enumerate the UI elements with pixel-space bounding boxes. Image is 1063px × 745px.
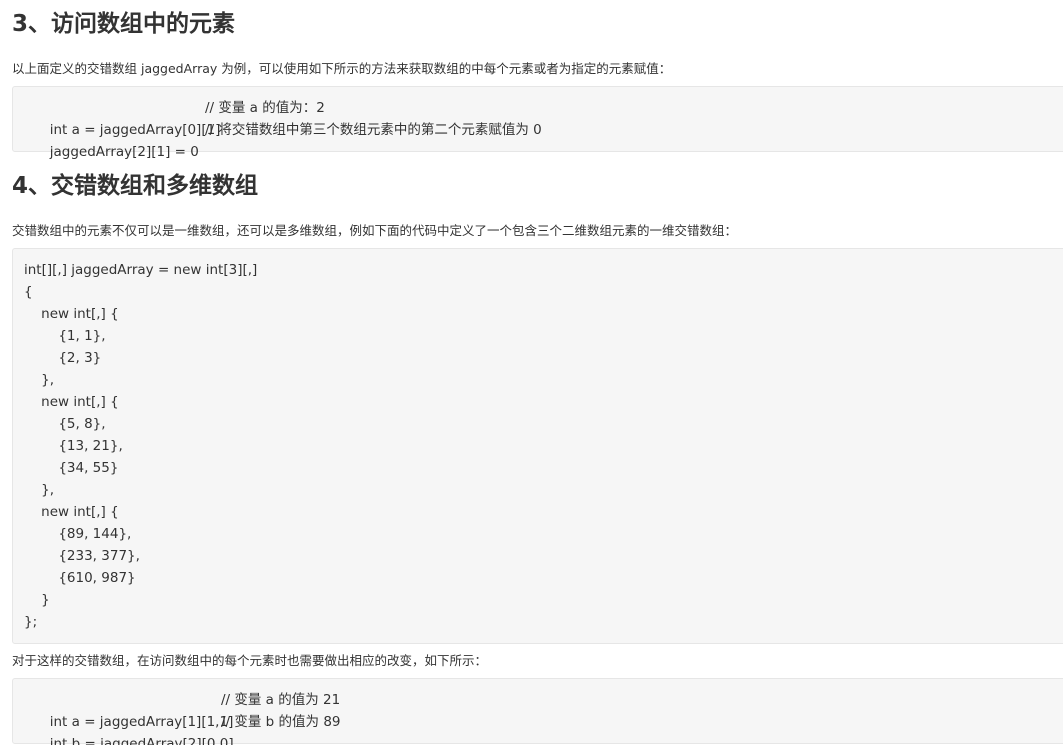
code-line: {610, 987}: [24, 570, 136, 586]
code-line: },: [24, 482, 55, 498]
section-heading-access-elements: 3、访问数组中的元素: [12, 11, 236, 37]
section-outro-paragraph: 对于这样的交错数组，在访问数组中的每个元素时也需要做出相应的改变，如下所示：: [12, 653, 488, 668]
code-block-access-jagged: int a = jaggedArray[1][1,1]// 变量 a 的值为 2…: [12, 678, 1063, 745]
code-text: int b = jaggedArray[2][0,0]: [49, 736, 234, 745]
code-line: {1, 1},: [24, 328, 106, 344]
code-line: },: [24, 372, 55, 388]
code-line: {233, 377},: [24, 548, 140, 564]
code-comment: // 变量 b 的值为 89: [221, 714, 341, 730]
code-comment: // 变量 a 的值为：2: [205, 100, 325, 116]
section-intro-paragraph: 交错数组中的元素不仅可以是一维数组，还可以是多维数组，例如下面的代码中定义了一个…: [12, 223, 738, 238]
code-line: jaggedArray[2][1] = 0 // 将交错数组中第三个数组元素中的第…: [24, 119, 1063, 160]
code-line: {5, 8},: [24, 416, 106, 432]
section-heading-jagged-multidim: 4、交错数组和多维数组: [12, 173, 259, 199]
code-block-access: int a = jaggedArray[0][1]// 变量 a 的值为：2 j…: [12, 86, 1063, 160]
code-line: }: [24, 592, 50, 608]
code-text: jaggedArray[2][1] = 0: [49, 144, 199, 160]
code-line: new int[,] {: [24, 394, 119, 410]
article-page: 3、访问数组中的元素 以上面定义的交错数组 jaggedArray 为例，可以使…: [0, 0, 1063, 745]
code-line: int a = jaggedArray[1][1,1]// 变量 a 的值为 2…: [24, 689, 1063, 730]
code-line: int b = jaggedArray[2][0,0] // 变量 b 的值为 8…: [24, 711, 1063, 745]
code-line: {2, 3}: [24, 350, 102, 366]
code-line: int a = jaggedArray[0][1]// 变量 a 的值为：2: [24, 97, 1063, 138]
code-comment: // 将交错数组中第三个数组元素中的第二个元素赋值为 0: [205, 122, 542, 138]
code-comment: // 变量 a 的值为 21: [221, 692, 341, 708]
code-line: new int[,] {: [24, 504, 119, 520]
code-line: {13, 21},: [24, 438, 123, 454]
section-intro-paragraph: 以上面定义的交错数组 jaggedArray 为例，可以使用如下所示的方法来获取…: [12, 61, 672, 76]
code-block-definition: int[][,] jaggedArray = new int[3][,] { n…: [12, 248, 1063, 644]
code-line: new int[,] {: [24, 306, 119, 322]
code-line: {89, 144},: [24, 526, 132, 542]
code-line: int[][,] jaggedArray = new int[3][,]: [24, 262, 258, 278]
code-line: };: [24, 614, 38, 630]
code-line: {34, 55}: [24, 460, 119, 476]
code-line: {: [24, 284, 33, 300]
